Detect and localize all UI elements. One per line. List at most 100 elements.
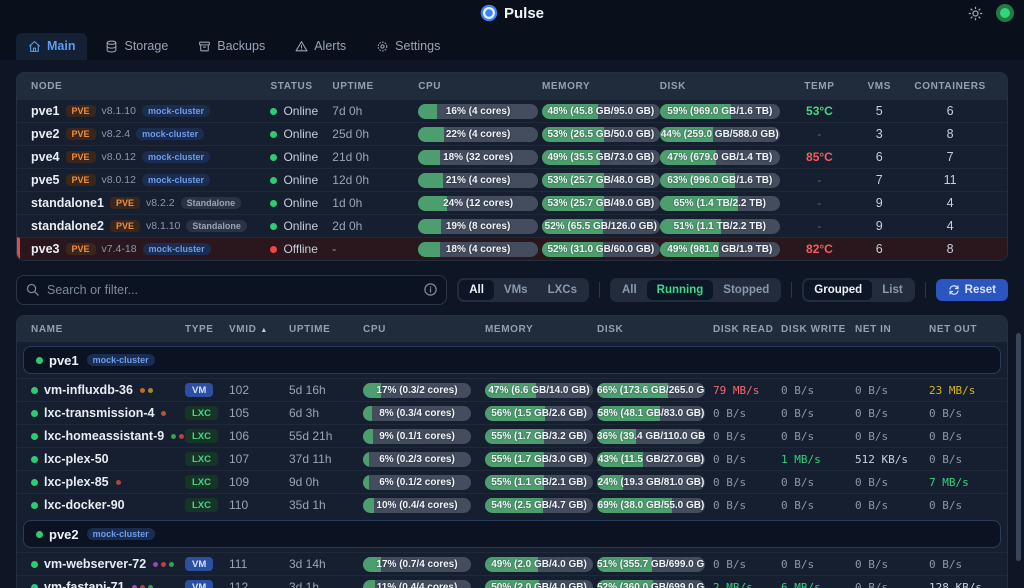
guest-net-in-cell: 0 B/s xyxy=(855,558,929,571)
tab-main[interactable]: Main xyxy=(16,33,87,60)
guest-row[interactable]: lxc-transmission-4LXC1056d 3h8% (0.3/4 c… xyxy=(17,401,1007,424)
guest-disk-cell: 66% (173.6 GB/265.0 GB) xyxy=(597,383,713,398)
guest-col-name[interactable]: NAME xyxy=(31,324,185,335)
guest-row[interactable]: lxc-plex-50LXC10737d 11h6% (0.2/3 cores)… xyxy=(17,447,1007,470)
connection-status-indicator[interactable] xyxy=(996,4,1014,22)
group-node-name: pve1 xyxy=(49,353,79,368)
status-text: Online xyxy=(283,173,318,187)
theme-toggle-sun-icon[interactable] xyxy=(966,4,984,22)
node-row[interactable]: pve3PVEv7.4-18mock-clusterOffline-18% (4… xyxy=(17,237,1007,260)
guest-net-in-cell: 0 B/s xyxy=(855,384,929,397)
guest-cpu-cell: 17% (0.3/2 cores) xyxy=(363,383,485,398)
uptime-text: 3d 14h xyxy=(289,557,326,571)
node-col-status: STATUS xyxy=(271,81,333,92)
tab-storage[interactable]: Storage xyxy=(93,33,180,60)
guest-col-cpu[interactable]: CPU xyxy=(363,324,485,335)
status-dot xyxy=(270,246,277,253)
net-in-rate: 0 B/s xyxy=(855,407,888,420)
guest-row[interactable]: lxc-docker-90LXC11035d 1h10% (0.4/4 core… xyxy=(17,493,1007,516)
node-row[interactable]: pve4PVEv8.0.12mock-clusterOnline21d 0h18… xyxy=(17,145,1007,168)
guest-col-vmid[interactable]: VMID▲ xyxy=(229,324,289,335)
node-row[interactable]: pve1PVEv8.1.10mock-clusterOnline7d 0h16%… xyxy=(17,99,1007,122)
status-text: Online xyxy=(283,104,318,118)
info-icon[interactable] xyxy=(423,282,438,302)
node-col-temp: TEMP xyxy=(787,81,851,92)
node-name: pve5 xyxy=(31,173,60,187)
disk-bar: 44% (259.0 GB/588.0 GB) xyxy=(660,127,780,142)
guest-uptime-cell: 9d 0h xyxy=(289,475,363,489)
node-row[interactable]: pve5PVEv8.0.12mock-clusterOnline12d 0h21… xyxy=(17,168,1007,191)
node-row[interactable]: pve2PVEv8.2.4mock-clusterOnline25d 0h22%… xyxy=(17,122,1007,145)
guest-net-out-cell: 7 MB/s xyxy=(929,476,993,489)
node-memory-cell: 52% (31.0 GB/60.0 GB) xyxy=(542,242,660,257)
node-status-cell: Online xyxy=(270,196,332,210)
net-in-rate: 0 B/s xyxy=(855,476,888,489)
net-out-rate: 23 MB/s xyxy=(929,384,975,397)
disk-bar-label: 52% (360.0 GB/699.0 GB) xyxy=(597,580,705,588)
guest-col-disk[interactable]: DISK xyxy=(597,324,713,335)
disk-bar-label: 63% (996.0 GB/1.6 TB) xyxy=(660,173,780,188)
type-badge: VM xyxy=(185,580,213,588)
guest-vmid-cell: 107 xyxy=(229,452,289,466)
guest-col-memory[interactable]: MEMORY xyxy=(485,324,597,335)
filter-type-all[interactable]: All xyxy=(459,280,494,300)
filter-view-list[interactable]: List xyxy=(872,280,912,300)
guest-vmid-cell: 102 xyxy=(229,383,289,397)
guest-row[interactable]: lxc-plex-85LXC1099d 0h6% (0.1/2 cores)55… xyxy=(17,470,1007,493)
node-version: v8.0.12 xyxy=(102,174,136,186)
disk-bar-label: 44% (259.0 GB/588.0 GB) xyxy=(660,127,780,142)
filter-state-stopped[interactable]: Stopped xyxy=(713,280,779,300)
group-cluster-badge: mock-cluster xyxy=(87,354,155,366)
node-row[interactable]: standalone2PVEv8.1.10StandaloneOnline2d … xyxy=(17,214,1007,237)
guest-uptime-cell: 3d 14h xyxy=(289,557,363,571)
guest-row[interactable]: vm-webserver-72VM1113d 14h17% (0.7/4 cor… xyxy=(17,552,1007,575)
node-memory-cell: 52% (65.5 GB/126.0 GB) xyxy=(542,219,660,234)
tab-settings[interactable]: Settings xyxy=(364,33,452,60)
reset-button[interactable]: Reset xyxy=(936,279,1008,301)
node-temp-cell: 85°C xyxy=(788,150,852,164)
guest-name-cell: lxc-homeassistant-9 xyxy=(31,429,185,443)
guest-col-uptime[interactable]: UPTIME xyxy=(289,324,363,335)
node-col-containers: CONTAINERS xyxy=(907,81,993,92)
pve-badge: PVE xyxy=(66,174,96,186)
cpu-bar-label: 6% (0.1/2 cores) xyxy=(363,475,471,490)
node-group-row[interactable]: pve2mock-cluster xyxy=(23,520,1001,548)
node-version: v8.1.10 xyxy=(146,220,180,232)
node-uptime-cell: 25d 0h xyxy=(332,127,418,141)
guest-col-disk-read[interactable]: DISK READ xyxy=(713,324,781,335)
scrollbar-thumb[interactable] xyxy=(1016,333,1021,561)
node-group-row[interactable]: pve1 mock-cluster xyxy=(23,346,1001,374)
disk-bar-label: 59% (969.0 GB/1.6 TB) xyxy=(660,104,780,119)
disk-read-rate: 2 MB/s xyxy=(713,581,753,588)
node-row[interactable]: standalone1PVEv8.2.2StandaloneOnline1d 0… xyxy=(17,191,1007,214)
guest-row[interactable]: lxc-homeassistant-9LXC10655d 21h9% (0.1/… xyxy=(17,424,1007,447)
node-col-vms: VMS xyxy=(851,81,907,92)
uptime-text: 37d 11h xyxy=(289,452,332,466)
disk-read-rate: 0 B/s xyxy=(713,476,746,489)
tag-dot xyxy=(161,411,166,416)
cpu-bar-label: 16% (4 cores) xyxy=(418,104,538,119)
guest-col-net-in[interactable]: NET IN xyxy=(855,324,929,335)
status-text: Online xyxy=(283,127,318,141)
filter-view-grouped[interactable]: Grouped xyxy=(804,280,872,300)
cpu-bar-label: 8% (0.3/4 cores) xyxy=(363,406,471,421)
guest-col-net-out[interactable]: NET OUT xyxy=(929,324,993,335)
node-table-card: NODESTATUSUPTIMECPUMEMORYDISKTEMPVMSCONT… xyxy=(16,72,1008,261)
node-temp-cell: - xyxy=(788,127,852,141)
filter-state-running[interactable]: Running xyxy=(647,280,714,300)
guest-row[interactable]: vm-fastapi-71VM1123d 1h11% (0.4/4 cores)… xyxy=(17,575,1007,588)
guest-cpu-cell: 6% (0.1/2 cores) xyxy=(363,475,485,490)
guest-col-disk-write[interactable]: DISK WRITE xyxy=(781,324,855,335)
search-input[interactable] xyxy=(16,275,447,305)
filter-state-all[interactable]: All xyxy=(612,280,647,300)
filter-type-lxcs[interactable]: LXCs xyxy=(538,280,587,300)
tab-alerts[interactable]: Alerts xyxy=(283,33,358,60)
tab-backups[interactable]: Backups xyxy=(186,33,277,60)
cpu-bar: 24% (12 cores) xyxy=(418,196,538,211)
temp-value: 82°C xyxy=(806,242,833,256)
guest-col-type[interactable]: TYPE xyxy=(185,324,229,335)
memory-bar-label: 55% (1.7 GB/3.2 GB) xyxy=(485,429,593,444)
guest-row[interactable]: vm-influxdb-36VM1025d 16h17% (0.3/2 core… xyxy=(17,378,1007,401)
temp-value: - xyxy=(817,196,821,210)
filter-type-vms[interactable]: VMs xyxy=(494,280,538,300)
